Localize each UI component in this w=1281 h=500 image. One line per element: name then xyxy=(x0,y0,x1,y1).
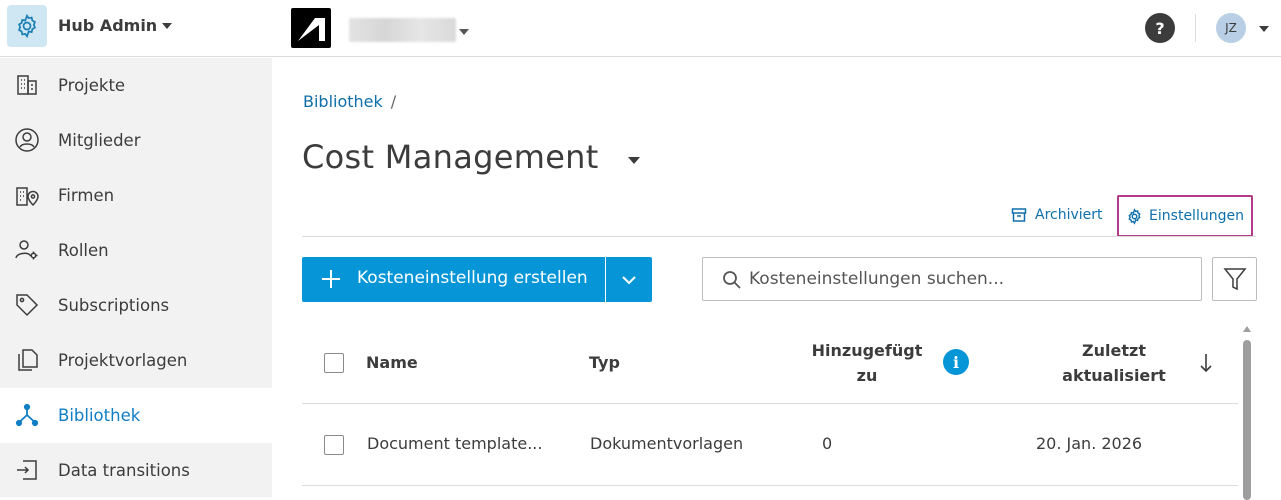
scrollbar-thumb[interactable] xyxy=(1243,340,1251,500)
column-header-updated[interactable]: Zuletzt aktualisiert xyxy=(1058,338,1170,388)
gear-icon xyxy=(1128,207,1141,225)
sidebar-item-label: Rollen xyxy=(58,241,109,260)
column-header-updated-line2: aktualisiert xyxy=(1062,366,1166,385)
sidebar-item-rollen[interactable]: Rollen xyxy=(0,223,272,278)
plus-icon xyxy=(322,270,340,288)
row-checkbox[interactable] xyxy=(324,435,344,455)
project-selector[interactable] xyxy=(349,18,456,42)
hub-name[interactable]: Hub Admin xyxy=(58,16,157,35)
building-icon xyxy=(17,75,37,95)
tag-icon xyxy=(16,294,39,317)
divider xyxy=(302,236,1256,237)
create-button-label: Kosteneinstellung erstellen xyxy=(357,268,588,288)
column-header-name[interactable]: Name xyxy=(366,350,418,375)
sidebar-item-mitglieder[interactable]: Mitglieder xyxy=(0,113,272,168)
sidebar-item-label: Projektvorlagen xyxy=(58,351,188,370)
filter-button[interactable] xyxy=(1212,257,1257,301)
breadcrumb: Bibliothek / xyxy=(303,92,396,111)
sidebar: Projekte Mitglieder Firmen Rollen Subscr… xyxy=(0,58,272,497)
gear-icon xyxy=(18,13,36,39)
row-divider xyxy=(302,485,1238,486)
autodesk-logo[interactable] xyxy=(291,8,331,48)
divider xyxy=(1195,14,1196,42)
person-circle-icon xyxy=(15,128,39,152)
page-title[interactable]: Cost Management xyxy=(302,138,599,176)
table-scrollbar[interactable] xyxy=(1242,325,1252,500)
column-header-type[interactable]: Typ xyxy=(589,350,620,375)
sidebar-item-label: Bibliothek xyxy=(58,406,141,425)
archive-box-icon xyxy=(1011,208,1027,222)
chevron-down-icon xyxy=(622,275,636,284)
cell-type: Dokumentvorlagen xyxy=(590,434,744,453)
column-header-added-line1: Hinzugefügt xyxy=(811,341,923,360)
column-header-updated-line1: Zuletzt xyxy=(1082,341,1146,360)
sidebar-item-firmen[interactable]: Firmen xyxy=(0,168,272,223)
template-copy-icon xyxy=(18,349,38,371)
cell-updated: 20. Jan. 2026 xyxy=(1036,434,1143,453)
create-cost-setting-button[interactable]: Kosteneinstellung erstellen xyxy=(302,257,605,302)
sidebar-item-label: Mitglieder xyxy=(58,131,141,150)
select-all-checkbox[interactable] xyxy=(324,353,344,373)
cell-added: 0 xyxy=(822,434,833,453)
search-icon xyxy=(723,271,741,289)
breadcrumb-item-bibliothek[interactable]: Bibliothek xyxy=(303,92,383,111)
transition-icon xyxy=(17,460,37,480)
search-input[interactable] xyxy=(749,266,1189,292)
search-box xyxy=(702,257,1202,301)
chevron-down-icon[interactable] xyxy=(161,22,173,30)
column-header-added-line2: zu xyxy=(856,366,878,385)
archived-label: Archiviert xyxy=(1035,207,1103,223)
column-header-added[interactable]: Hinzugefügt zu xyxy=(810,338,924,388)
scroll-up-arrow-icon[interactable] xyxy=(1242,325,1252,333)
chevron-down-icon[interactable] xyxy=(1258,25,1270,33)
library-nodes-icon xyxy=(15,403,39,427)
company-location-icon xyxy=(16,187,39,207)
sidebar-item-projektvorlagen[interactable]: Projektvorlagen xyxy=(0,333,272,388)
sidebar-item-label: Projekte xyxy=(58,76,126,95)
filter-funnel-icon xyxy=(1222,268,1247,291)
sidebar-item-label: Firmen xyxy=(58,186,115,205)
cell-name[interactable]: Document template... xyxy=(367,434,542,453)
settings-link[interactable]: Einstellungen xyxy=(1117,195,1253,237)
archived-link[interactable]: Archiviert xyxy=(1011,207,1103,223)
sort-descending-icon[interactable] xyxy=(1198,352,1214,374)
sidebar-item-bibliothek[interactable]: Bibliothek xyxy=(0,388,272,443)
sidebar-item-subscriptions[interactable]: Subscriptions xyxy=(0,278,272,333)
settings-label: Einstellungen xyxy=(1149,208,1244,224)
user-avatar[interactable]: JZ xyxy=(1216,13,1246,43)
autodesk-logo-icon xyxy=(298,18,325,41)
person-gear-icon xyxy=(15,240,38,260)
sidebar-item-label: Data transitions xyxy=(58,461,190,480)
chevron-down-icon[interactable] xyxy=(627,156,641,165)
hub-settings-icon-button[interactable] xyxy=(7,5,47,47)
sidebar-item-projekte[interactable]: Projekte xyxy=(0,58,272,113)
help-button[interactable]: ? xyxy=(1145,13,1175,43)
row-divider xyxy=(302,403,1238,404)
top-bar: Hub Admin ? JZ xyxy=(0,0,1281,57)
sidebar-item-label: Subscriptions xyxy=(58,296,170,315)
chevron-down-icon[interactable] xyxy=(458,28,470,36)
info-icon[interactable]: i xyxy=(943,349,969,375)
breadcrumb-separator: / xyxy=(390,92,397,111)
sidebar-item-data-transitions[interactable]: Data transitions xyxy=(0,443,272,498)
create-options-dropdown-button[interactable] xyxy=(606,257,652,302)
